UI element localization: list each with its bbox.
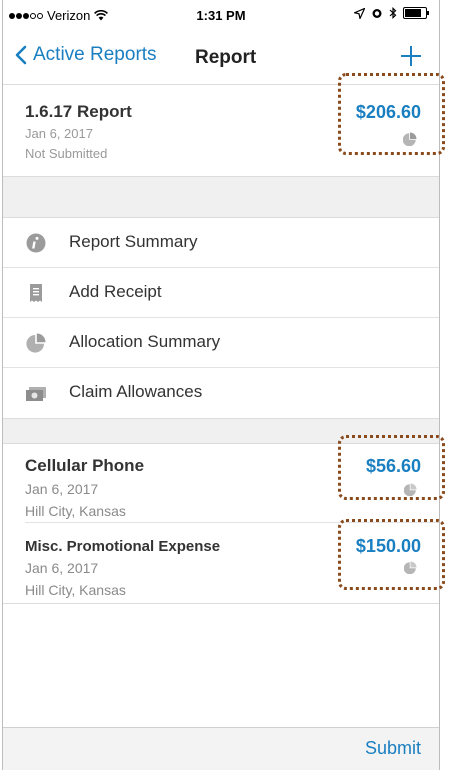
- add-icon[interactable]: [399, 44, 423, 68]
- back-button-label: Active Reports: [33, 44, 157, 65]
- section-gap: [3, 177, 439, 218]
- alarm-icon: [372, 9, 382, 18]
- report-menu: Report Summary Add Receipt Allocation Su…: [3, 218, 439, 417]
- menu-item-label: Report Summary: [69, 232, 198, 251]
- expense-location: Hill City, Kansas: [25, 503, 126, 519]
- submit-button[interactable]: Submit: [365, 738, 421, 759]
- expense-location: Hill City, Kansas: [25, 582, 126, 598]
- menu-item-allocation-summary[interactable]: Allocation Summary: [3, 318, 439, 368]
- back-button[interactable]: Active Reports: [15, 44, 157, 66]
- bluetooth-icon: [389, 7, 397, 19]
- highlight-box-report-amount: [338, 73, 445, 155]
- page-title: Report: [195, 47, 257, 68]
- status-icons: [354, 7, 429, 19]
- expense-date: Jan 6, 2017: [25, 481, 99, 497]
- list-bottom-divider: [3, 603, 439, 604]
- receipt-icon: [30, 284, 42, 302]
- report-title: 1.6.17 Report: [25, 102, 132, 121]
- battery-icon: [403, 7, 429, 19]
- expense-date: Jan 6, 2017: [25, 560, 99, 576]
- location-arrow-icon: [354, 7, 365, 19]
- menu-item-claim-allowances[interactable]: Claim Allowances: [3, 368, 439, 417]
- pie-chart-icon: [26, 333, 46, 353]
- chevron-left-icon: [15, 45, 27, 65]
- menu-item-label: Add Receipt: [69, 282, 162, 301]
- menu-item-label: Claim Allowances: [69, 382, 203, 401]
- bottom-toolbar: Submit: [3, 727, 439, 770]
- report-date: Jan 6, 2017: [25, 126, 93, 141]
- info-icon: [26, 233, 46, 253]
- menu-item-add-receipt[interactable]: Add Receipt: [3, 268, 439, 318]
- cash-icon: [26, 387, 46, 401]
- expense-title: Cellular Phone: [25, 456, 145, 475]
- status-bar: Verizon 1:31 PM: [3, 0, 439, 30]
- expense-title: Misc. Promotional Expense: [25, 538, 221, 555]
- report-status: Not Submitted: [25, 146, 108, 161]
- menu-item-label: Allocation Summary: [69, 332, 221, 351]
- highlight-box-expense-amount: [338, 519, 445, 590]
- menu-item-report-summary[interactable]: Report Summary: [3, 218, 439, 268]
- highlight-box-expense-amount: [338, 435, 445, 500]
